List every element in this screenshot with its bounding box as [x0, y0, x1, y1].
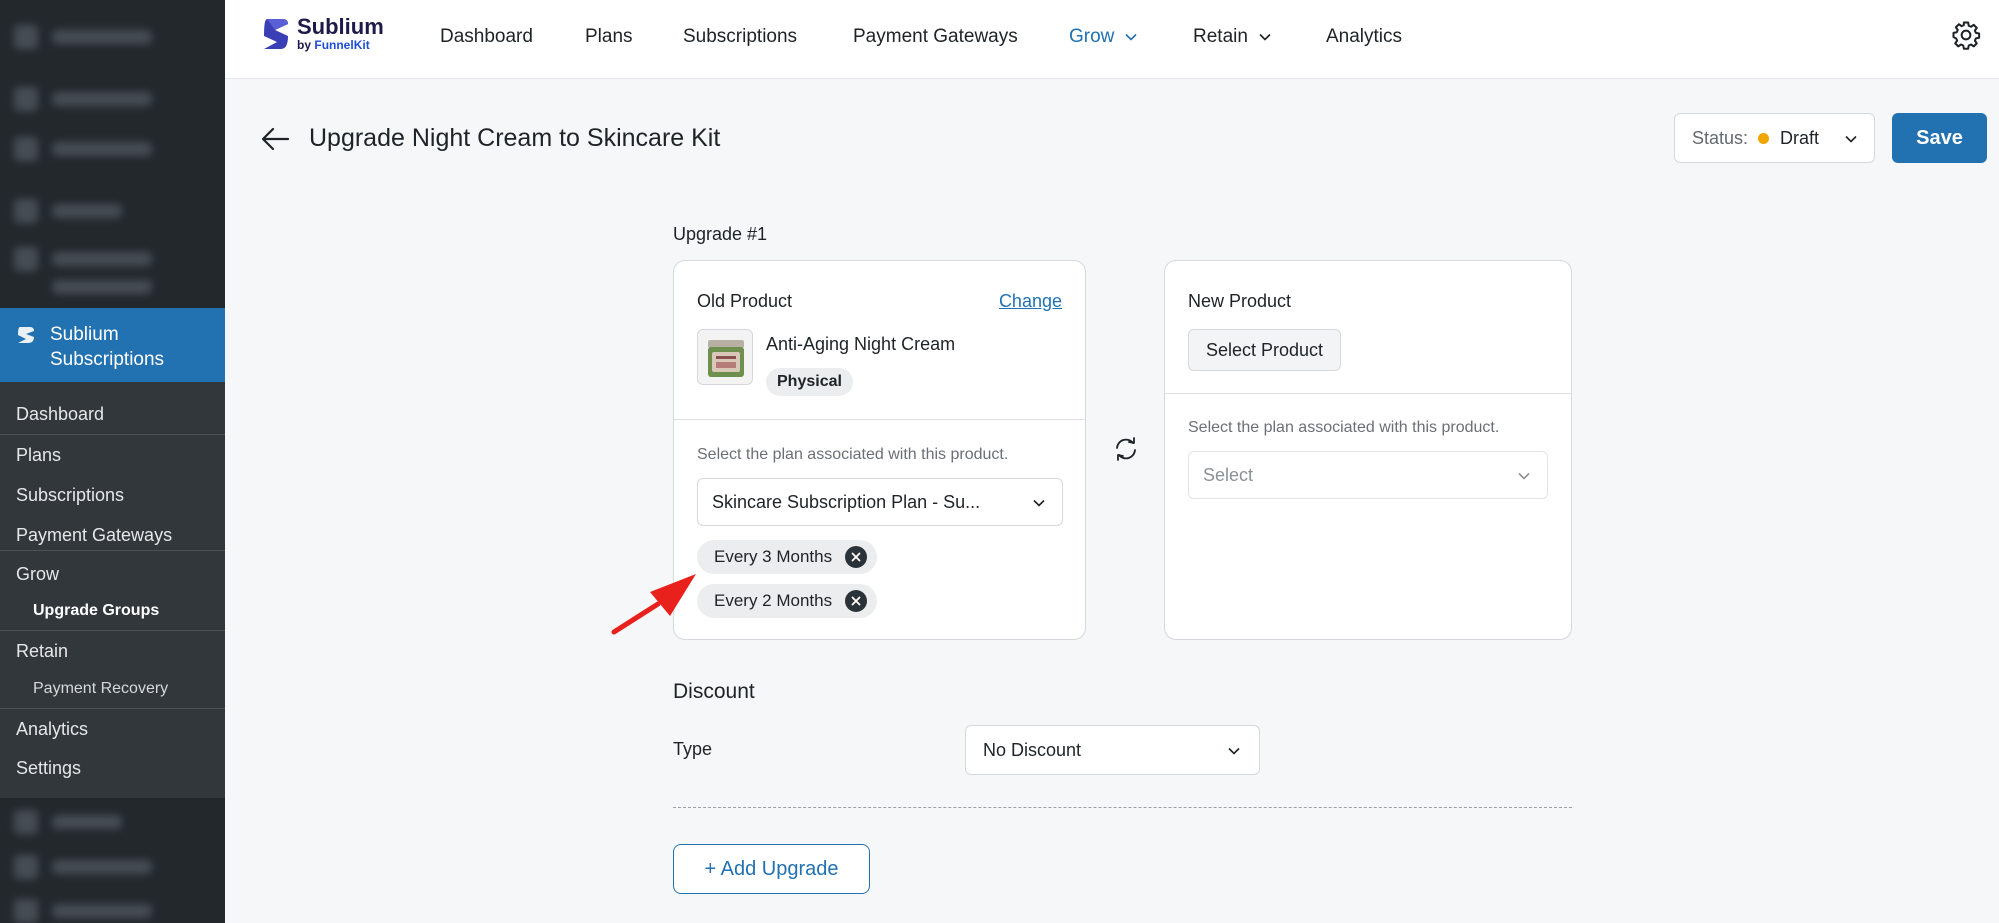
product-name: Anti-Aging Night Cream [766, 334, 956, 354]
status-select[interactable]: Status: Draft [1674, 113, 1875, 163]
nav-retain-label: Retain [1193, 26, 1248, 47]
blurred-menu-item [14, 274, 152, 300]
nav-subscriptions[interactable]: Subscriptions [683, 26, 797, 48]
sidebar-item-retain[interactable]: Retain [16, 641, 68, 662]
blurred-menu-item [14, 898, 152, 923]
sidebar-item-dashboard[interactable]: Dashboard [16, 404, 104, 425]
remove-chip-button[interactable] [845, 590, 868, 612]
sidebar-separator [0, 434, 225, 435]
blurred-menu-item [14, 854, 152, 880]
save-button[interactable]: Save [1892, 113, 1987, 163]
blurred-menu-item [14, 136, 152, 162]
sidebar-item-settings[interactable]: Settings [16, 758, 81, 779]
brand-logo[interactable]: Sublium by FunnelKit [261, 15, 384, 53]
remove-chip-button[interactable] [845, 546, 868, 568]
chevron-down-icon [1125, 33, 1137, 41]
sidebar-separator [0, 630, 225, 631]
back-arrow-icon[interactable] [260, 126, 290, 152]
add-upgrade-button[interactable]: + Add Upgrade [673, 844, 870, 894]
wp-admin-sidebar: Sublium Subscriptions Dashboard Plans Su… [0, 0, 225, 923]
nav-grow-label: Grow [1069, 26, 1115, 47]
sublium-logo-icon [18, 327, 34, 343]
old-plan-select[interactable]: Skincare Subscription Plan - Su... [697, 478, 1063, 526]
chevron-down-icon [1228, 747, 1240, 755]
new-plan-select[interactable]: Select [1188, 451, 1548, 499]
brand-by: by [297, 38, 312, 52]
section-divider [673, 807, 1572, 808]
nav-plans[interactable]: Plans [585, 26, 633, 48]
new-product-title: New Product [1188, 291, 1292, 311]
plan-chip: Every 2 Months [697, 584, 878, 618]
sidebar-separator [0, 550, 225, 551]
select-product-button[interactable]: Select Product [1188, 329, 1342, 371]
discount-title: Discount [673, 680, 755, 703]
chevron-down-icon [1033, 499, 1045, 507]
sidebar-item-grow[interactable]: Grow [16, 564, 59, 585]
new-plan-placeholder: Select [1203, 465, 1254, 485]
change-product-link[interactable]: Change [999, 291, 1062, 312]
sidebar-menu-head-label: Sublium Subscriptions [50, 324, 165, 370]
chevron-down-icon [1259, 33, 1271, 41]
discount-type-label: Type [673, 739, 713, 759]
status-dot [1758, 132, 1770, 144]
nav-analytics[interactable]: Analytics [1326, 26, 1402, 48]
page-title: Upgrade Night Cream to Skincare Kit [309, 124, 721, 152]
plan-chip: Every 3 Months [697, 540, 878, 574]
old-plan-hint: Select the plan associated with this pro… [697, 446, 1009, 463]
blurred-menu-item [14, 198, 122, 224]
chevron-down-icon [1845, 135, 1857, 143]
upgrade-label: Upgrade #1 [673, 224, 768, 244]
nav-grow[interactable]: Grow [1069, 26, 1138, 48]
blurred-menu-item [14, 24, 152, 50]
blurred-menu-item [14, 809, 122, 835]
top-navigation: Sublium by FunnelKit Dashboard Plans Sub… [225, 0, 1999, 79]
sidebar-sublium-menu[interactable]: Sublium Subscriptions [0, 308, 225, 382]
product-type-badge: Physical [766, 368, 853, 396]
plan-chip-label: Every 3 Months [714, 547, 833, 566]
close-icon [851, 552, 861, 562]
blurred-menu-item [14, 86, 152, 112]
product-thumbnail [697, 329, 753, 385]
nav-dashboard[interactable]: Dashboard [440, 26, 533, 48]
brand-company: FunnelKit [314, 38, 370, 52]
old-product-card: Old Product Change Anti-Aging Night Crea… [673, 260, 1086, 640]
annotation-arrow-icon [611, 574, 696, 635]
card-divider [674, 419, 1085, 420]
new-plan-hint: Select the plan associated with this pro… [1188, 419, 1500, 436]
status-value: Draft [1780, 127, 1820, 148]
nav-payment-gateways[interactable]: Payment Gateways [853, 26, 1018, 48]
nav-retain[interactable]: Retain [1193, 26, 1272, 48]
swap-icon [1116, 437, 1136, 461]
old-product-title: Old Product [697, 291, 793, 311]
sidebar-item-analytics[interactable]: Analytics [16, 719, 88, 740]
discount-type-select[interactable]: No Discount [965, 725, 1260, 775]
gear-icon[interactable] [1951, 20, 1981, 50]
discount-type-value: No Discount [983, 740, 1082, 760]
sidebar-item-upgrade-groups[interactable]: Upgrade Groups [33, 602, 159, 620]
blurred-menu-item [14, 246, 152, 272]
sidebar-item-payment-gateways[interactable]: Payment Gateways [16, 525, 172, 546]
cream-jar-image [708, 340, 744, 377]
close-icon [851, 596, 861, 606]
status-label: Status: [1692, 127, 1749, 148]
sidebar-submenu: Dashboard Plans Subscriptions Payment Ga… [0, 382, 225, 798]
brand-name: Sublium [297, 14, 384, 39]
sidebar-item-subscriptions[interactable]: Subscriptions [16, 485, 124, 506]
brand-tagline: by FunnelKit [297, 38, 384, 52]
sidebar-separator [0, 708, 225, 709]
blurred-menu-bottom [0, 798, 225, 923]
new-product-card: New Product Select Product Select the pl… [1164, 260, 1572, 640]
plan-chip-label: Every 2 Months [714, 591, 833, 610]
sublium-logo-icon [264, 19, 288, 49]
sidebar-item-plans[interactable]: Plans [16, 445, 61, 466]
card-divider [1165, 393, 1571, 394]
sidebar-item-payment-recovery[interactable]: Payment Recovery [33, 680, 168, 698]
chevron-down-icon [1518, 472, 1530, 480]
old-plan-value: Skincare Subscription Plan - Su... [712, 492, 981, 512]
